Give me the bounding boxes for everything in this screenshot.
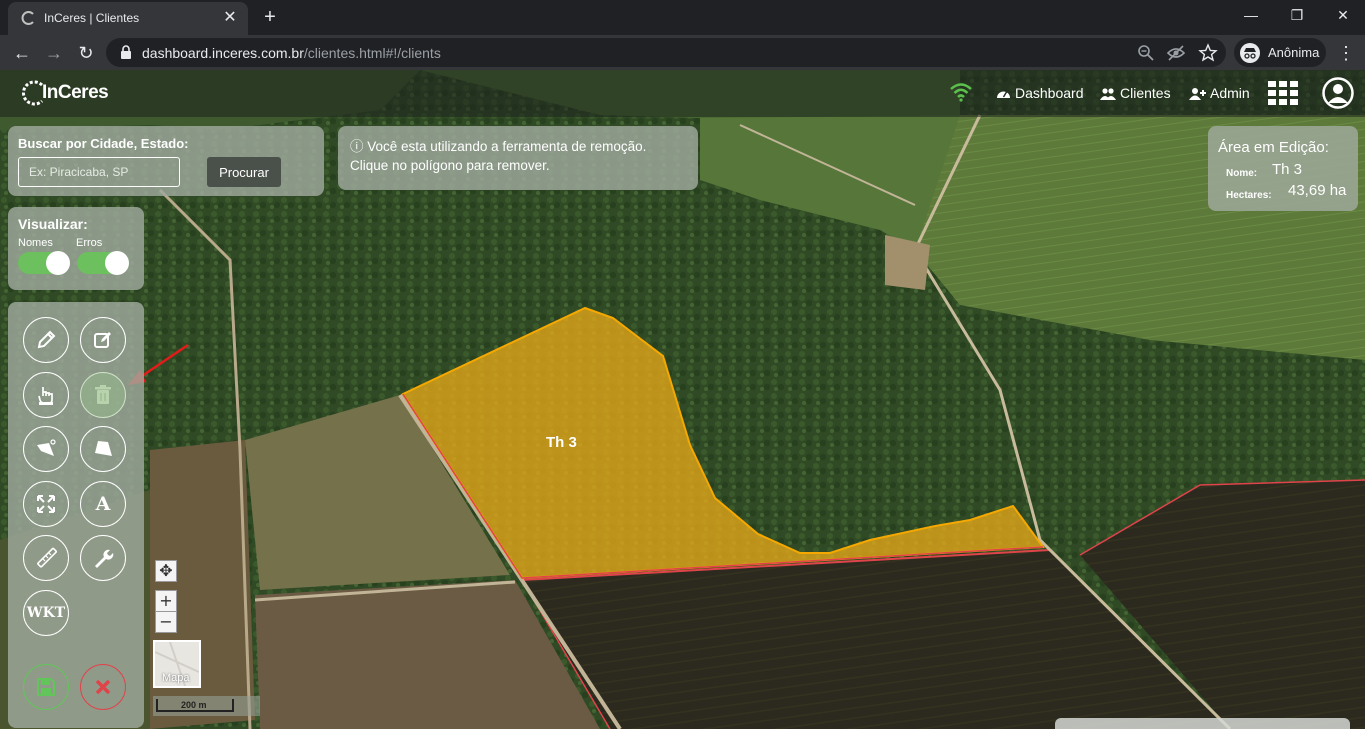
text-tool-button[interactable]: A [80, 481, 126, 527]
star-icon[interactable] [1198, 43, 1218, 63]
edit-hectares-label: Hectares: [1226, 190, 1272, 201]
eye-off-icon[interactable] [1166, 43, 1186, 63]
edit-hectares-value: 43,69 ha [1288, 182, 1347, 199]
reload-button[interactable]: ↻ [72, 39, 100, 67]
fit-bounds-button[interactable] [23, 481, 69, 527]
inceres-favicon-icon [21, 11, 34, 25]
cancel-button[interactable] [80, 664, 126, 710]
nav-admin-link[interactable]: Admin [1189, 85, 1250, 101]
nav-admin-label: Admin [1210, 85, 1250, 101]
expand-icon [37, 495, 55, 513]
scale-label: 200 m [181, 700, 207, 710]
pencil-icon [37, 330, 56, 349]
polygon-shape-icon [95, 441, 112, 456]
info-text: ⓘ Você esta utilizando a ferramenta de r… [350, 137, 646, 175]
edit-name-value: Th 3 [1272, 161, 1303, 178]
removal-info-panel: ⓘ Você esta utilizando a ferramenta de r… [338, 126, 698, 190]
back-button[interactable]: ← [8, 39, 36, 67]
nav-clientes-label: Clientes [1120, 85, 1171, 101]
save-button[interactable] [23, 664, 69, 710]
city-search-input[interactable] [18, 157, 180, 187]
edit-square-icon [94, 332, 111, 348]
bottom-panel-tab[interactable] [1055, 718, 1350, 729]
zoom-icon[interactable] [1136, 43, 1156, 63]
wkt-icon: WKT [26, 605, 66, 621]
polygon-shape-button[interactable] [80, 426, 126, 472]
cancel-icon [95, 679, 111, 695]
edit-area-panel: Área em Edição: Nome: Th 3 Hectares: 43,… [1208, 126, 1358, 211]
gauge-icon [997, 91, 1010, 98]
draw-polygon-button[interactable] [23, 317, 69, 363]
user-avatar-icon[interactable] [1322, 77, 1354, 109]
text-a-icon: A [95, 493, 111, 515]
polygon-label: Th 3 [546, 434, 577, 451]
search-panel: Buscar por Cidade, Estado: Procurar [8, 126, 324, 196]
search-button[interactable]: Procurar [207, 157, 281, 187]
visualize-panel: Visualizar: Nomes Erros [8, 207, 144, 290]
trash-icon [95, 385, 111, 404]
browser-menu-icon[interactable]: ⋮ [1334, 39, 1358, 67]
edit-area-title: Área em Edição: [1218, 139, 1329, 156]
edit-name-label: Nome: [1226, 168, 1258, 179]
settings-tool-button[interactable] [80, 535, 126, 581]
browser-toolbar: ← → ↻ dashboard.inceres.com.br/clientes.… [0, 35, 1365, 70]
wrench-icon [95, 549, 114, 568]
apps-grid-icon[interactable] [1268, 81, 1298, 105]
visualize-title: Visualizar: [18, 216, 88, 232]
incognito-icon [1240, 43, 1260, 63]
browser-tabbar: InCeres | Clientes ✕ + — ❐ ✕ [0, 0, 1365, 35]
browser-tab[interactable]: InCeres | Clientes ✕ [8, 2, 248, 35]
lock-icon [121, 45, 131, 59]
toggle-names[interactable] [18, 251, 70, 275]
scale-bar: 200 m [153, 696, 260, 716]
basemap-label: Mapa [162, 672, 190, 684]
zoom-in-button[interactable]: + [155, 590, 177, 612]
url-path: /clientes.html#!/clients [303, 45, 441, 61]
new-tab-button[interactable]: + [258, 6, 282, 30]
edit-polygon-button[interactable] [80, 317, 126, 363]
app-root: Th 3 InCeres Dashboard Clientes Admin Bu… [0, 70, 1365, 729]
users-icon [1100, 87, 1116, 100]
polygon-cut-icon [37, 439, 56, 456]
wkt-button[interactable]: WKT [23, 590, 69, 636]
measure-button[interactable] [23, 535, 69, 581]
incognito-badge[interactable]: Anônima [1234, 38, 1326, 67]
maximize-button[interactable]: ❐ [1274, 0, 1320, 32]
toggle-names-label: Nomes [18, 237, 53, 249]
incognito-label: Anônima [1268, 45, 1320, 60]
toggle-errors[interactable] [77, 251, 129, 275]
search-label: Buscar por Cidade, Estado: [18, 136, 189, 151]
toggle-knob [105, 251, 129, 275]
tools-panel: A WKT [8, 302, 144, 728]
basemap-switcher[interactable]: Mapa [153, 640, 201, 688]
tab-close-icon[interactable]: ✕ [220, 8, 240, 28]
cut-polygon-button[interactable] [23, 426, 69, 472]
toggle-knob [46, 251, 70, 275]
forward-button[interactable]: → [40, 39, 68, 67]
save-icon [37, 678, 55, 696]
user-plus-icon [1189, 87, 1206, 100]
url-host: dashboard.inceres.com.br [142, 45, 304, 61]
minimize-button[interactable]: — [1228, 0, 1274, 32]
remove-polygon-button[interactable] [80, 372, 126, 418]
ruler-icon [37, 547, 57, 568]
info-line-2: Clique no polígono para remover. [350, 158, 550, 173]
select-polygon-button[interactable] [23, 372, 69, 418]
nav-dashboard-label: Dashboard [1015, 85, 1084, 101]
url-text: dashboard.inceres.com.br/clientes.html#!… [142, 45, 441, 61]
info-line-1: ⓘ Você esta utilizando a ferramenta de r… [350, 139, 647, 154]
nav-dashboard-link[interactable]: Dashboard [996, 85, 1084, 101]
close-window-button[interactable]: ✕ [1320, 0, 1365, 32]
tab-title: InCeres | Clientes [44, 11, 140, 25]
zoom-out-button[interactable]: − [155, 611, 177, 633]
hand-pointer-icon [38, 387, 53, 405]
wifi-icon [950, 83, 972, 102]
nav-clientes-link[interactable]: Clientes [1100, 85, 1171, 101]
app-navbar: InCeres Dashboard Clientes Admin [0, 70, 1365, 117]
pan-control-icon[interactable]: ✥ [155, 560, 177, 582]
logo-text: InCeres [42, 82, 109, 103]
toggle-errors-label: Erros [76, 237, 103, 249]
address-bar[interactable]: dashboard.inceres.com.br/clientes.html#!… [106, 38, 1226, 67]
